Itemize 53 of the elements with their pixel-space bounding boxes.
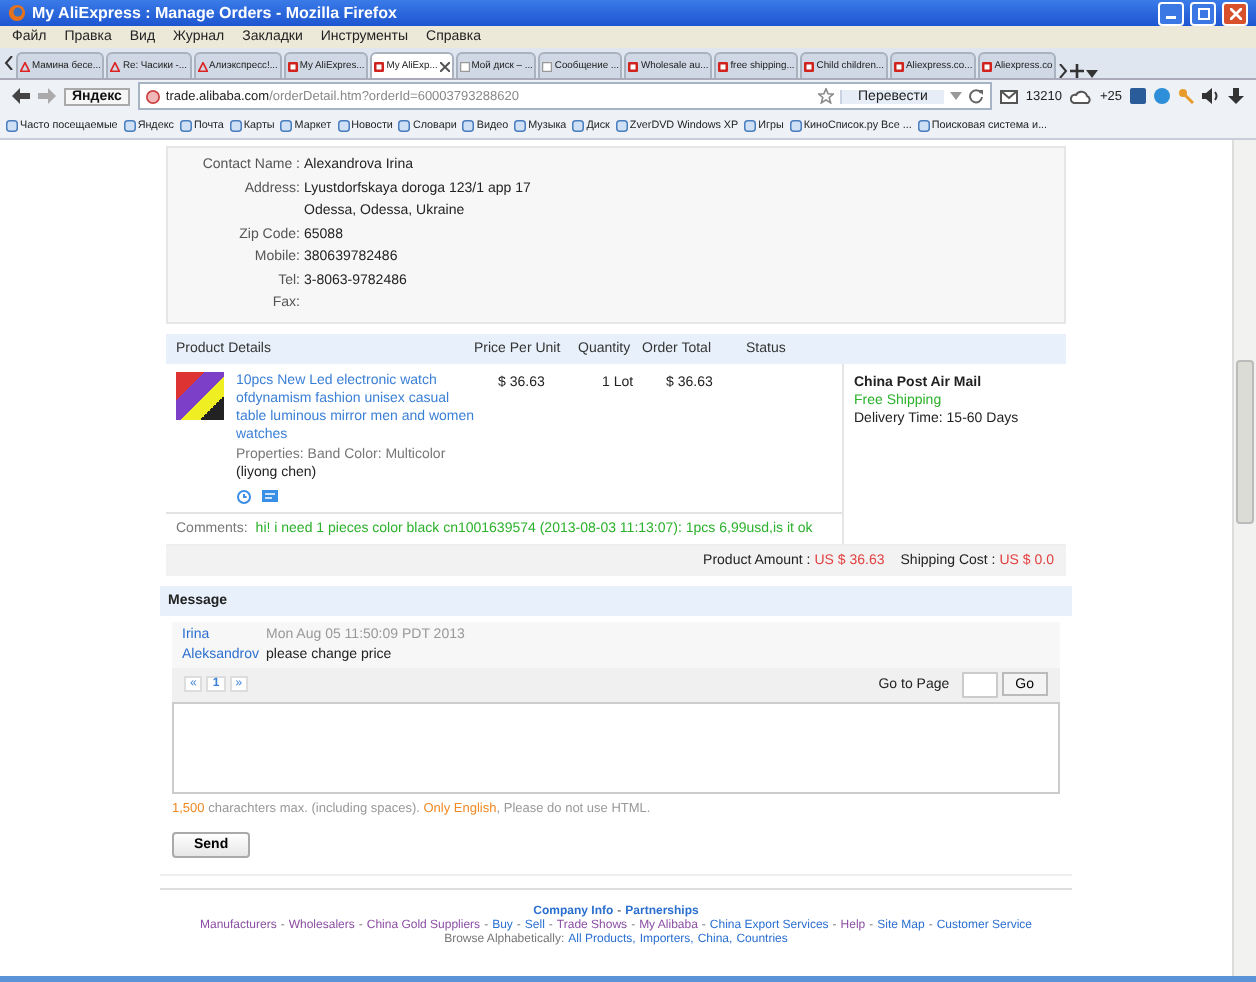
page-number-field[interactable] — [961, 671, 998, 697]
back-icon[interactable] — [12, 88, 30, 104]
logo-icon — [110, 61, 121, 71]
logo-icon — [894, 61, 905, 71]
bookmark-icon — [6, 119, 18, 131]
bookmark-icon — [744, 119, 757, 131]
close-icon[interactable] — [439, 61, 450, 71]
logo-icon — [374, 61, 385, 71]
bookmark-icon — [917, 119, 930, 131]
chevron-right-icon[interactable] — [1058, 64, 1069, 78]
bookmark-icon — [615, 119, 628, 131]
browser-logo-icon — [8, 4, 26, 22]
logo-icon — [718, 61, 729, 71]
photo-placeholder — [176, 371, 224, 419]
star-icon[interactable] — [818, 88, 835, 104]
page-icon — [542, 61, 553, 71]
window-title: My AliExpress : Manage Orders - Mozilla Firefox — [32, 4, 397, 22]
speaker-icon[interactable] — [1202, 88, 1220, 104]
bookmark-icon — [789, 119, 802, 131]
bookmark-icon — [229, 119, 242, 131]
message-input[interactable] — [172, 701, 1060, 793]
bookmark-icon — [123, 119, 136, 131]
logo-icon — [628, 61, 639, 71]
reload-icon[interactable] — [967, 88, 984, 104]
close-button[interactable] — [1222, 1, 1248, 25]
plus-icon[interactable] — [1070, 64, 1085, 78]
logo-icon — [287, 61, 298, 71]
bookmark-icon — [462, 119, 475, 131]
bookmark-icon — [514, 119, 527, 131]
alarm-clock-icon[interactable] — [236, 487, 252, 503]
page-icon — [459, 61, 470, 71]
scroll-thumb[interactable] — [1236, 360, 1254, 524]
globe-icon — [145, 89, 160, 103]
scrollbar[interactable] — [1232, 140, 1256, 976]
bookmark-icon — [572, 119, 585, 131]
logo-icon — [20, 61, 30, 71]
maximize-icon — [1197, 7, 1209, 19]
bookmark-icon — [398, 119, 411, 131]
cloud-icon[interactable] — [1069, 89, 1092, 103]
envelope-icon[interactable] — [999, 89, 1018, 103]
download-icon[interactable] — [1228, 88, 1244, 104]
bookmark-icon — [179, 119, 192, 131]
bookmark-icon — [280, 119, 293, 131]
logo-icon — [197, 61, 207, 71]
logo-icon — [982, 61, 993, 71]
circle-icon[interactable] — [1154, 88, 1170, 104]
logo-icon — [804, 61, 815, 71]
maximize-button[interactable] — [1190, 1, 1216, 25]
bookmark-icon — [337, 119, 350, 131]
chevron-left-icon[interactable] — [4, 56, 14, 70]
minimize-button[interactable] — [1158, 1, 1184, 25]
close-icon — [1229, 7, 1241, 19]
message-icon[interactable] — [262, 487, 278, 503]
